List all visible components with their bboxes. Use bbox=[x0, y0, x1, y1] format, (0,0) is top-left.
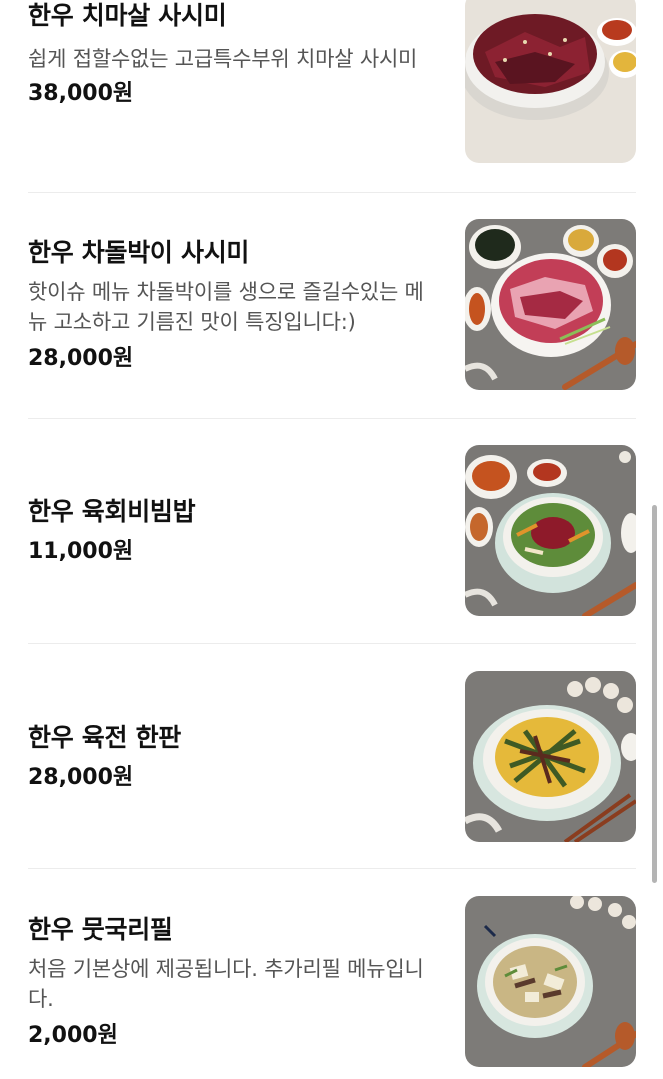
menu-item-name: 한우 뭇국리필 bbox=[28, 914, 173, 944]
menu-item-text: 한우 육전 한판 28,000원 bbox=[28, 671, 438, 842]
menu-item-yukhoe-bibimbap[interactable]: 한우 육회비빔밥 11,000원 bbox=[28, 445, 636, 616]
divider bbox=[28, 418, 636, 419]
menu-item-image[interactable] bbox=[465, 0, 636, 163]
menu-item-text: 한우 육회비빔밥 11,000원 bbox=[28, 445, 438, 616]
menu-item-name: 한우 육회비빔밥 bbox=[28, 496, 196, 526]
menu-item-chadolbagi-sashimi[interactable]: 한우 차돌박이 사시미 핫이슈 메뉴 차돌박이를 생으로 즐길수있는 메뉴 고소… bbox=[28, 219, 636, 390]
menu-item-yukjeon[interactable]: 한우 육전 한판 28,000원 bbox=[28, 671, 636, 842]
menu-item-description: 처음 기본상에 제공됩니다. 추가리필 메뉴입니다. bbox=[28, 956, 424, 1011]
menu-item-image[interactable] bbox=[465, 219, 636, 390]
yukhoe-bibimbap-bowl-icon bbox=[465, 445, 636, 616]
menu-item-text: 한우 뭇국리필 처음 기본상에 제공됩니다. 추가리필 메뉴입니다. 2,000… bbox=[28, 896, 438, 1067]
divider bbox=[28, 868, 636, 869]
menu-item-description: 핫이슈 메뉴 차돌박이를 생으로 즐길수있는 메뉴 고소하고 기름진 맛이 특징… bbox=[28, 279, 424, 334]
menu-item-image[interactable] bbox=[465, 896, 636, 1067]
menu-item-text: 한우 치마살 사시미 쉽게 접할수없는 고급특수부위 치마살 사시미 38,00… bbox=[28, 0, 438, 167]
menu-item-image[interactable] bbox=[465, 445, 636, 616]
menu-item-price: 38,000원 bbox=[28, 81, 134, 106]
beef-jeon-pancake-plate-icon bbox=[465, 671, 636, 842]
menu-item-name: 한우 치마살 사시미 bbox=[28, 1, 227, 30]
menu-item-description: 쉽게 접할수없는 고급특수부위 치마살 사시미 bbox=[28, 47, 418, 71]
menu-item-price: 2,000원 bbox=[28, 1022, 118, 1048]
radish-soup-bowl-icon bbox=[465, 896, 636, 1067]
scrollbar[interactable] bbox=[652, 505, 657, 883]
divider bbox=[28, 192, 636, 193]
divider bbox=[28, 643, 636, 644]
menu-item-text: 한우 차돌박이 사시미 핫이슈 메뉴 차돌박이를 생으로 즐길수있는 메뉴 고소… bbox=[28, 219, 438, 390]
menu-item-image[interactable] bbox=[465, 671, 636, 842]
menu-item-radish-soup-refill[interactable]: 한우 뭇국리필 처음 기본상에 제공됩니다. 추가리필 메뉴입니다. 2,000… bbox=[28, 896, 636, 1067]
menu-item-price: 28,000원 bbox=[28, 345, 134, 371]
menu-item-price: 28,000원 bbox=[28, 764, 134, 790]
menu-item-chimasal-sashimi[interactable]: 한우 치마살 사시미 쉽게 접할수없는 고급특수부위 치마살 사시미 38,00… bbox=[28, 0, 636, 167]
menu-item-name: 한우 육전 한판 bbox=[28, 722, 182, 752]
menu-item-name: 한우 차돌박이 사시미 bbox=[28, 237, 250, 267]
menu-item-price: 11,000원 bbox=[28, 538, 134, 564]
sliced-raw-beef-plate-icon bbox=[465, 0, 636, 163]
raw-brisket-plate-icon bbox=[465, 219, 636, 390]
